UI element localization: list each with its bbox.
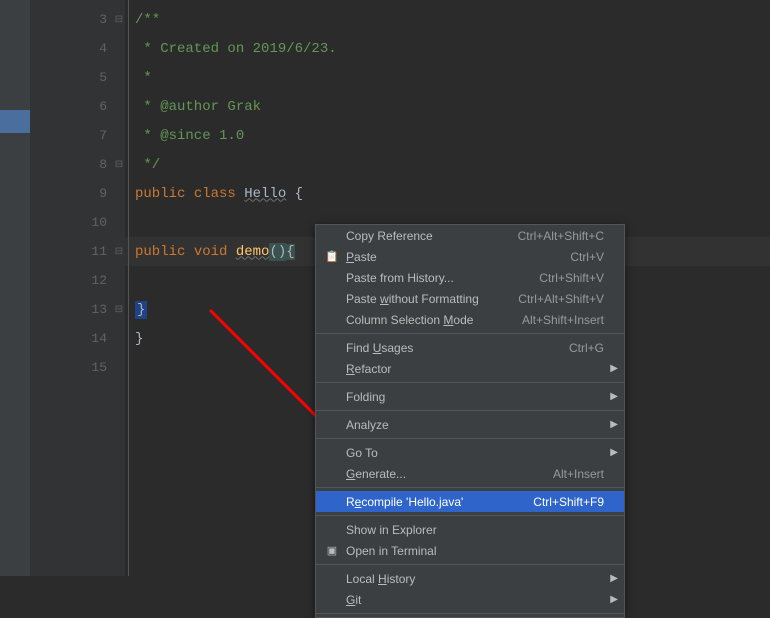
menu-goto[interactable]: Go To ▶ [316, 442, 624, 463]
chevron-right-icon: ▶ [610, 391, 618, 402]
line-number: 7 [99, 128, 107, 143]
fold-marker-icon[interactable]: ⊟ [113, 304, 125, 316]
sidebar [0, 0, 30, 576]
menu-label: Analyze [346, 418, 604, 432]
menu-column-mode[interactable]: Column Selection Mode Alt+Shift+Insert [316, 309, 624, 330]
fold-marker-icon[interactable]: ⊟ [113, 246, 125, 258]
line-number: 4 [99, 41, 107, 56]
menu-analyze[interactable]: Analyze ▶ [316, 414, 624, 435]
menu-label: Find Usages [346, 341, 569, 355]
menu-shortcut: Ctrl+Alt+Shift+V [518, 292, 604, 306]
code-text: * [135, 70, 152, 86]
code-text: * Created on 2019/6/23. [135, 41, 337, 57]
line-number: 12 [91, 273, 107, 288]
context-menu: Copy Reference Ctrl+Alt+Shift+C 📋 Paste … [315, 224, 625, 618]
line-number: 8 [99, 157, 107, 172]
menu-folding[interactable]: Folding ▶ [316, 386, 624, 407]
sidebar-active-indicator [0, 110, 30, 133]
line-number: 13 [91, 302, 107, 317]
menu-separator [316, 410, 624, 411]
menu-label: Open in Terminal [346, 544, 604, 558]
menu-label: Folding [346, 390, 604, 404]
menu-separator [316, 333, 624, 334]
fold-marker-icon[interactable]: ⊟ [113, 14, 125, 26]
menu-label: Recompile 'Hello.java' [346, 495, 533, 509]
line-number: 6 [99, 99, 107, 114]
line-number: 14 [91, 331, 107, 346]
line-number: 10 [91, 215, 107, 230]
code-text: * @since 1.0 [135, 128, 244, 144]
menu-label: Local History [346, 572, 604, 586]
menu-separator [316, 613, 624, 614]
menu-label: Column Selection Mode [346, 313, 522, 327]
menu-local-history[interactable]: Local History ▶ [316, 568, 624, 589]
code-text: } [135, 301, 147, 319]
code-text: Hello [244, 186, 286, 202]
menu-shortcut: Alt+Shift+Insert [522, 313, 604, 327]
menu-separator [316, 438, 624, 439]
menu-git[interactable]: Git ▶ [316, 589, 624, 610]
menu-open-terminal[interactable]: ▣ Open in Terminal [316, 540, 624, 561]
code-text: { [286, 186, 303, 202]
menu-find-usages[interactable]: Find Usages Ctrl+G [316, 337, 624, 358]
menu-shortcut: Ctrl+V [570, 250, 604, 264]
gutter: 3 ⊟ 4 5 6 7 8 ⊟ 9 10 11 ⊟ 12 13 ⊟ 14 15 [30, 0, 125, 576]
menu-label: Copy Reference [346, 229, 518, 243]
code-text: } [135, 331, 143, 347]
terminal-icon: ▣ [324, 543, 340, 559]
code-text: demo [236, 244, 270, 260]
line-number: 11 [91, 244, 107, 259]
menu-refactor[interactable]: Refactor ▶ [316, 358, 624, 379]
code-text: class [194, 186, 244, 202]
code-divider [128, 0, 129, 576]
menu-separator [316, 515, 624, 516]
menu-paste-history[interactable]: Paste from History... Ctrl+Shift+V [316, 267, 624, 288]
menu-show-explorer[interactable]: Show in Explorer [316, 519, 624, 540]
menu-generate[interactable]: Generate... Alt+Insert [316, 463, 624, 484]
menu-label: Git [346, 593, 604, 607]
menu-shortcut: Ctrl+G [569, 341, 604, 355]
line-number: 9 [99, 186, 107, 201]
menu-label: Show in Explorer [346, 523, 604, 537]
menu-paste[interactable]: 📋 Paste Ctrl+V [316, 246, 624, 267]
code-text: */ [135, 157, 160, 173]
line-number: 3 [99, 12, 107, 27]
code-text: /** [135, 12, 160, 28]
menu-copy-reference[interactable]: Copy Reference Ctrl+Alt+Shift+C [316, 225, 624, 246]
menu-paste-plain[interactable]: Paste without Formatting Ctrl+Alt+Shift+… [316, 288, 624, 309]
menu-separator [316, 382, 624, 383]
code-text: void [194, 244, 236, 260]
chevron-right-icon: ▶ [610, 363, 618, 374]
menu-shortcut: Ctrl+Shift+F9 [533, 495, 604, 509]
chevron-right-icon: ▶ [610, 594, 618, 605]
menu-recompile[interactable]: Recompile 'Hello.java' Ctrl+Shift+F9 [316, 491, 624, 512]
code-text: public [135, 244, 194, 260]
menu-separator [316, 564, 624, 565]
menu-label: Paste [346, 250, 570, 264]
menu-label: Paste without Formatting [346, 292, 518, 306]
line-number: 15 [91, 360, 107, 375]
chevron-right-icon: ▶ [610, 447, 618, 458]
menu-label: Paste from History... [346, 271, 539, 285]
code-text: () [269, 243, 286, 261]
menu-label: Go To [346, 446, 604, 460]
code-text: { [286, 244, 294, 260]
paste-icon: 📋 [324, 249, 340, 265]
menu-separator [316, 487, 624, 488]
menu-shortcut: Ctrl+Alt+Shift+C [518, 229, 604, 243]
menu-shortcut: Alt+Insert [553, 467, 604, 481]
menu-label: Generate... [346, 467, 553, 481]
code-text: * @author Grak [135, 99, 261, 115]
line-number: 5 [99, 70, 107, 85]
fold-marker-icon[interactable]: ⊟ [113, 159, 125, 171]
chevron-right-icon: ▶ [610, 419, 618, 430]
chevron-right-icon: ▶ [610, 573, 618, 584]
menu-shortcut: Ctrl+Shift+V [539, 271, 604, 285]
menu-label: Refactor [346, 362, 604, 376]
code-text: public [135, 186, 194, 202]
